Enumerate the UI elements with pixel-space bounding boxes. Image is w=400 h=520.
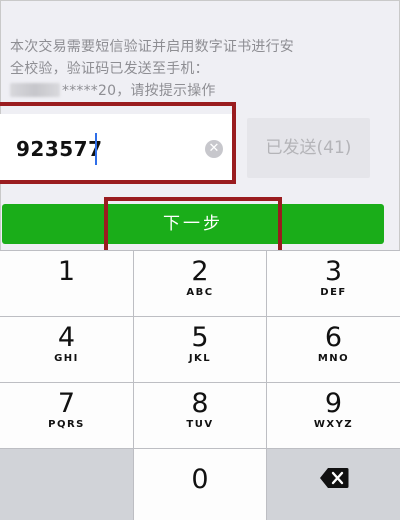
verification-info: 本次交易需要短信验证并启用数字证书进行安 全校验，验证码已发送至手机： ****…	[10, 36, 390, 102]
key-6[interactable]: 6 MNO	[267, 317, 400, 382]
key-2[interactable]: 2 ABC	[134, 251, 266, 316]
key-8[interactable]: 8 TUV	[134, 383, 266, 448]
key-1[interactable]: 1	[0, 251, 133, 316]
key-7[interactable]: 7 PQRS	[0, 383, 133, 448]
annotation-box-code-field	[0, 102, 236, 184]
backspace-icon	[320, 468, 349, 488]
info-line-3: *****20，请按提示操作	[10, 80, 390, 102]
phone-number-text: *****20，请按提示操作	[62, 83, 216, 99]
info-line-1: 本次交易需要短信验证并启用数字证书进行安	[10, 39, 294, 55]
key-3[interactable]: 3 DEF	[267, 251, 400, 316]
numeric-keypad: 1 2 ABC 3 DEF 4 GHI 5 JKL 6 MNO 7 PQRS 8…	[0, 250, 400, 520]
key-9[interactable]: 9 WXYZ	[267, 383, 400, 448]
info-line-2: 全校验，验证码已发送至手机：	[10, 61, 209, 77]
annotation-box-next-button	[104, 197, 282, 257]
backspace-key[interactable]	[267, 449, 400, 520]
key-blank	[0, 449, 133, 520]
masked-phone-prefix	[10, 83, 60, 97]
key-4[interactable]: 4 GHI	[0, 317, 133, 382]
key-5[interactable]: 5 JKL	[134, 317, 266, 382]
key-0[interactable]: 0	[134, 449, 266, 520]
resend-code-button[interactable]: 已发送(41)	[247, 118, 370, 178]
